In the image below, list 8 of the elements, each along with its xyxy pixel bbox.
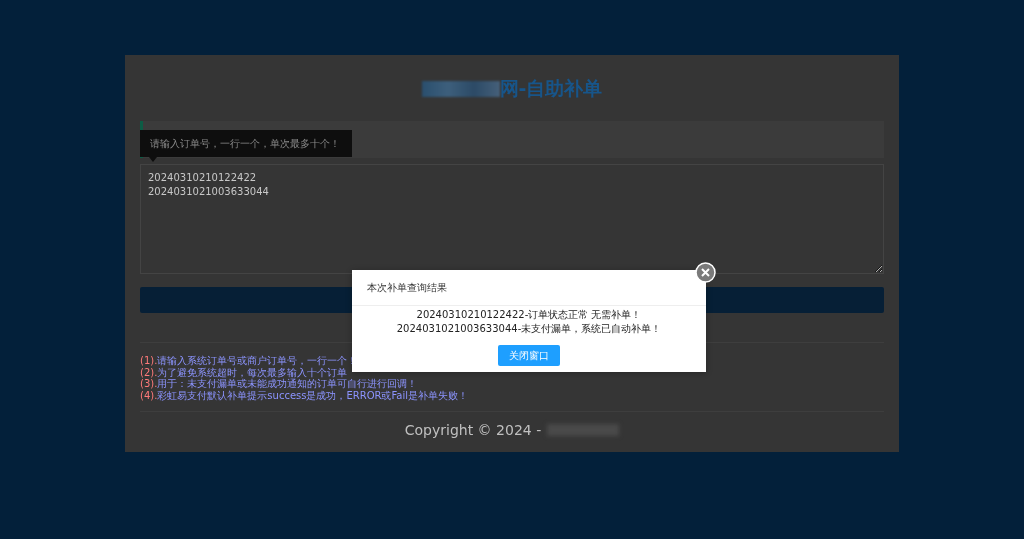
note-line: (4).彩虹易支付默认补单提示success是成功，ERROR或Fail是补单失败！ [140, 389, 468, 401]
note-line: (3).用于：未支付漏单或未能成功通知的订单可自行进行回调！ [140, 378, 418, 390]
tooltip: 请输入订单号，一行一个，单次最多十个！ [140, 130, 352, 157]
result-line: 2024031021003633044-未支付漏单，系统已自动补单！ [395, 322, 663, 336]
note-line: (2).为了避免系统超时，每次最多输入十个订单 [140, 366, 348, 378]
result-line: 20240310210122422-订单状态正常 无需补单！ [415, 308, 643, 322]
copyright-text: Copyright © 2024 - [404, 422, 542, 438]
page-title: 网-自助补单 [499, 76, 603, 101]
